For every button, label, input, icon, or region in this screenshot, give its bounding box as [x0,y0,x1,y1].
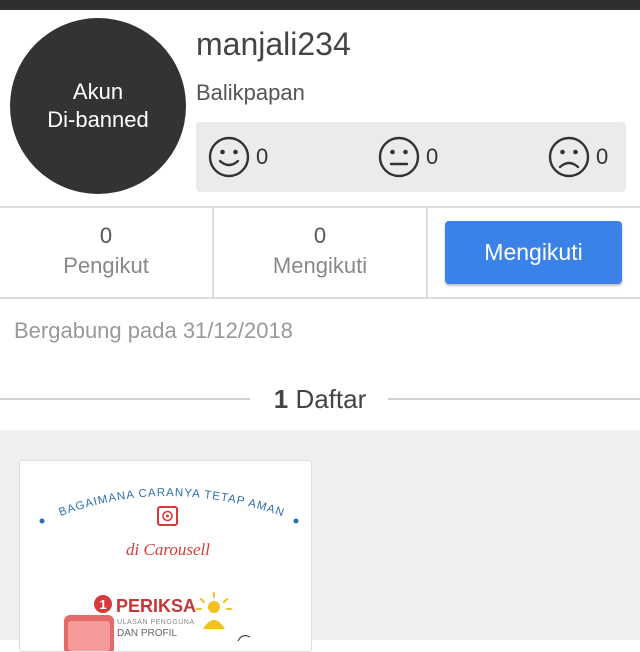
followers-stat[interactable]: 0 Pengikut [0,222,212,282]
followers-label: Pengikut [63,253,149,278]
step-number: 1 [99,597,106,612]
listings-header: 1 Daftar [252,384,388,415]
divider-top [0,206,640,208]
listing-card[interactable]: BAGAIMANA CARANYA TETAP AMAN di Carousel… [19,460,312,652]
smile-face-icon [208,136,250,178]
follow-button[interactable]: Mengikuti [445,221,622,284]
following-count: 0 [313,223,327,248]
positive-count: 0 [256,144,269,169]
step-line2: DAN PROFIL [117,628,177,639]
joined-date: Bergabung pada 31/12/2018 [14,318,293,343]
step-line1: ULASAN PENGGUNA [117,619,195,626]
section-line-left [0,398,250,400]
divider-bottom [0,297,640,299]
rating-neutral[interactable]: 0 [378,136,438,178]
following-stat[interactable]: 0 Mengikuti [214,222,426,282]
shop-icon [157,506,178,526]
arrow-doodle-icon [237,635,251,642]
divider-vertical [426,207,428,297]
status-bar [0,0,640,10]
following-label: Mengikuti [272,253,368,278]
ratings-panel: 0 0 0 [196,122,626,192]
listings-label: Daftar [288,384,367,414]
neutral-count: 0 [426,144,439,169]
username: manjali234 [196,26,351,62]
rating-positive[interactable]: 0 [208,136,268,178]
sad-face-icon [548,136,590,178]
phone-icon [64,615,114,651]
section-line-right [388,398,640,400]
followers-count: 0 [99,223,113,248]
location: Balikpapan [196,80,305,105]
avatar-text-line1: Akun [72,79,124,104]
listings-count: 1 [273,384,289,414]
user-star-icon [196,592,232,629]
avatar-text-line2: Di-banned [47,107,149,132]
card-subtitle: di Carousell [126,540,210,559]
avatar-banned: Akun Di-banned [10,18,186,194]
negative-count: 0 [596,144,609,169]
listing-image: BAGAIMANA CARANYA TETAP AMAN di Carousel… [39,487,299,651]
rating-negative[interactable]: 0 [548,136,608,178]
step-title: PERIKSA [116,596,196,616]
neutral-face-icon [378,136,420,178]
